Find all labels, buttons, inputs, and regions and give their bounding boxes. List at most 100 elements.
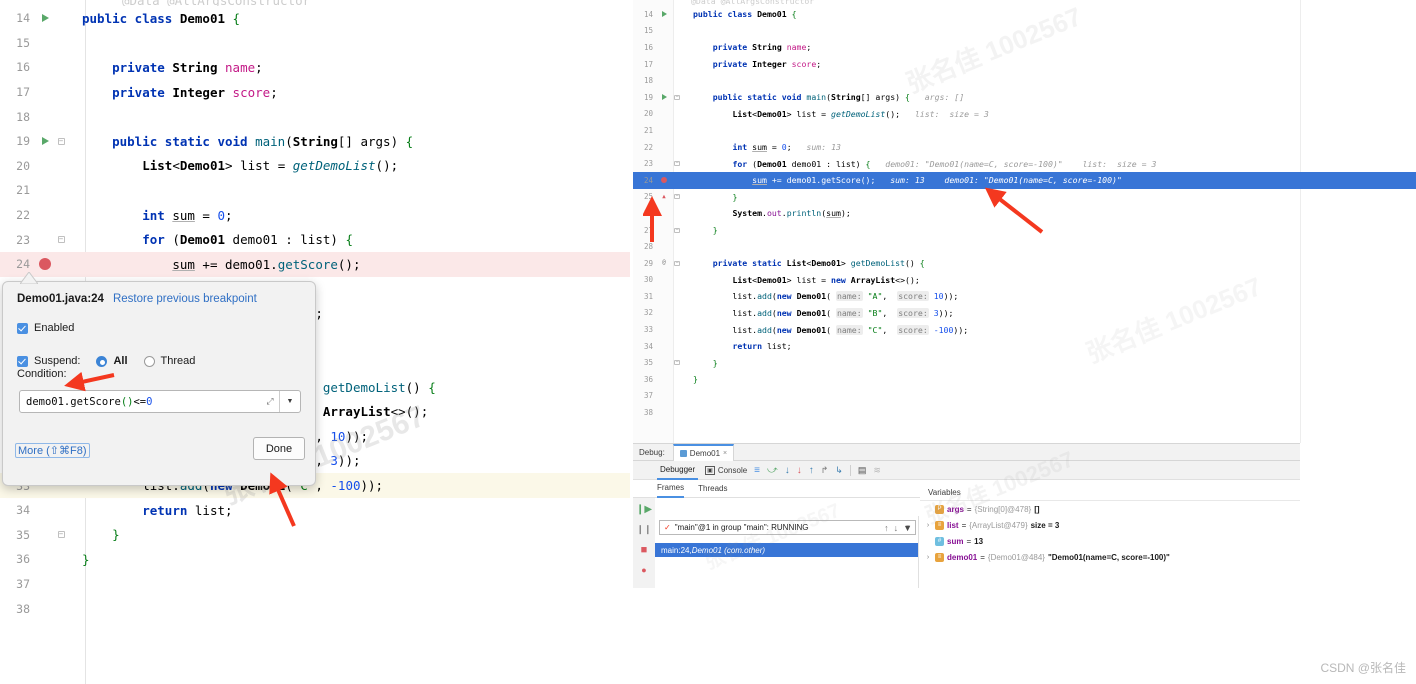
fold-toggle-icon[interactable]: − bbox=[671, 260, 683, 266]
code-line[interactable]: 32 list.add(new Demo01( name: "B", score… bbox=[633, 305, 1416, 322]
code-line[interactable]: 16 private String name; bbox=[0, 55, 630, 80]
code-line[interactable]: 37 bbox=[633, 388, 1416, 405]
code-line[interactable]: 14 public class Demo01 { bbox=[633, 6, 1416, 23]
code-line[interactable]: 17 private Integer score; bbox=[0, 80, 630, 105]
code-line[interactable]: 28 bbox=[633, 238, 1416, 255]
code-line[interactable]: 38 bbox=[0, 596, 630, 621]
run-gutter-icon[interactable] bbox=[36, 137, 54, 146]
thread-selector[interactable]: ✓ "main"@1 in group "main": RUNNING ▼ bbox=[659, 520, 916, 535]
code-line[interactable]: 26 System.out.println(sum); bbox=[633, 205, 1416, 222]
condition-history-chevron-down-icon[interactable]: ▼ bbox=[280, 398, 300, 405]
code-line[interactable]: 30 List<Demo01> list = new ArrayList<>()… bbox=[633, 272, 1416, 289]
fold-toggle-icon[interactable]: − bbox=[671, 227, 683, 233]
code-line[interactable]: 34 return list; bbox=[633, 338, 1416, 355]
expand-chevron-icon[interactable]: › bbox=[924, 522, 932, 529]
tab-threads[interactable]: Threads bbox=[698, 484, 727, 493]
code-line[interactable]: 15 bbox=[0, 31, 630, 56]
drop-frame-icon[interactable]: ↱ bbox=[821, 465, 829, 476]
fold-toggle-icon[interactable]: − bbox=[54, 236, 68, 244]
expand-editor-icon[interactable]: ⤢ bbox=[261, 396, 279, 407]
stop-icon[interactable]: ■ bbox=[641, 544, 648, 556]
tab-frames[interactable]: Frames bbox=[657, 480, 685, 498]
code-line[interactable]: 36} bbox=[0, 547, 630, 572]
view-breakpoints-icon[interactable]: ● bbox=[641, 565, 646, 575]
code-line[interactable]: 16 private String name; bbox=[633, 39, 1416, 56]
condition-input[interactable]: demo01.getScore()<=0 ⤢ ▼ bbox=[19, 390, 301, 413]
tab-debugger[interactable]: Debugger bbox=[657, 461, 699, 480]
drop-marker-icon[interactable]: ▲ bbox=[657, 194, 671, 200]
code-line[interactable]: 20 List<Demo01> list = getDemoList(); li… bbox=[633, 106, 1416, 123]
fold-toggle-icon[interactable]: − bbox=[54, 531, 68, 539]
breakpoint-icon[interactable] bbox=[36, 258, 54, 271]
code-line[interactable]: 37 bbox=[0, 572, 630, 597]
variable-row[interactable]: Pargs = {String[0]@478} [] bbox=[920, 501, 1300, 517]
code-line[interactable]: 35 − } bbox=[633, 354, 1416, 371]
variable-row[interactable]: › ≡ demo01 = {Demo01@484} "Demo01(name=C, sc… bbox=[920, 549, 1300, 565]
variable-row[interactable]: › ≡ list = {ArrayList@479} size = 3 bbox=[920, 517, 1300, 533]
suspend-checkbox[interactable] bbox=[17, 355, 28, 367]
tab-console[interactable]: ▣ Console bbox=[705, 465, 747, 475]
code-line[interactable]: 19 − public static void main(String[] arg… bbox=[0, 129, 630, 154]
code-line[interactable]: 24? sum += demo01.getScore(); sum: 13 de… bbox=[633, 171, 1416, 189]
fold-toggle-icon[interactable]: − bbox=[671, 94, 683, 100]
code-line[interactable]: 27 − } bbox=[633, 222, 1416, 239]
resume-program-icon[interactable]: ❙▶ bbox=[636, 504, 652, 515]
enabled-checkbox[interactable] bbox=[17, 322, 28, 334]
code-line[interactable]: 24 sum += demo01.getScore(); bbox=[0, 251, 630, 277]
run-gutter-icon[interactable] bbox=[657, 11, 671, 18]
fold-toggle-icon[interactable]: − bbox=[54, 137, 68, 145]
force-step-into-icon[interactable]: ↓ bbox=[797, 465, 802, 476]
code-line[interactable]: 20 List<Demo01> list = getDemoList(); bbox=[0, 154, 630, 179]
code-line[interactable]: 23 − for (Demo01 demo01 : list) { demo01:… bbox=[633, 155, 1416, 172]
code-line[interactable]: 25 ▲ − } bbox=[633, 189, 1416, 206]
run-to-cursor-icon[interactable]: ↳ bbox=[835, 465, 843, 476]
filter-icon[interactable]: ▼ bbox=[903, 523, 912, 533]
code-line[interactable]: 31 list.add(new Demo01( name: "A", score… bbox=[633, 288, 1416, 305]
fold-toggle-icon[interactable]: − bbox=[671, 194, 683, 200]
code-line[interactable]: 33 list.add(new Demo01( name: "C", score… bbox=[633, 321, 1416, 338]
conditional-breakpoint-icon[interactable]: ? bbox=[657, 177, 671, 185]
code-line[interactable]: 35 − } bbox=[0, 522, 630, 547]
frame-up-icon[interactable]: ↑ bbox=[884, 523, 889, 533]
suspend-all-radio[interactable] bbox=[96, 355, 108, 367]
frame-row[interactable]: main:24, Demo01 (com.other) bbox=[655, 543, 918, 557]
more-link[interactable]: More (⇧⌘F8) bbox=[15, 443, 90, 458]
step-over-icon[interactable]: ⤻ bbox=[767, 465, 778, 476]
code-line[interactable]: 22 int sum = 0; bbox=[0, 203, 630, 228]
step-out-icon[interactable]: ↑ bbox=[809, 465, 814, 476]
code-line[interactable]: 15 bbox=[633, 23, 1416, 40]
expand-chevron-icon[interactable]: › bbox=[924, 554, 932, 561]
code-line[interactable]: 17 private Integer score; bbox=[633, 56, 1416, 73]
pause-program-icon[interactable]: ❙❙ bbox=[636, 524, 651, 535]
layout-icon[interactable]: ≡ bbox=[754, 465, 760, 476]
code-line[interactable]: 36} bbox=[633, 371, 1416, 388]
code-line[interactable]: 38 bbox=[633, 404, 1416, 421]
code-line[interactable]: 34 return list; bbox=[0, 498, 630, 523]
code-line[interactable]: 18 bbox=[0, 104, 630, 129]
frame-down-icon[interactable]: ↓ bbox=[894, 523, 899, 533]
fold-toggle-icon[interactable]: − bbox=[671, 161, 683, 167]
fold-toggle-icon[interactable]: − bbox=[671, 360, 683, 366]
run-gutter-icon[interactable] bbox=[36, 14, 54, 23]
suspend-thread-radio[interactable] bbox=[143, 355, 155, 367]
done-button[interactable]: Done bbox=[253, 437, 305, 460]
variable-row[interactable]: # sum = 13 bbox=[920, 533, 1300, 549]
mute-breakpoints-icon[interactable]: ≋ bbox=[873, 465, 881, 476]
code-line[interactable]: 18 bbox=[633, 72, 1416, 89]
override-method-icon[interactable]: @ bbox=[657, 260, 671, 266]
code-line[interactable]: 23 − for (Demo01 demo01 : list) { bbox=[0, 227, 630, 252]
evaluate-expression-icon[interactable]: ▤ bbox=[858, 465, 867, 476]
step-into-icon[interactable]: ↓ bbox=[785, 465, 790, 476]
right-code-editor[interactable]: @Data @AllArgsConstructor 14 public class… bbox=[633, 0, 1416, 443]
code-line[interactable]: 29 @− private static List<Demo01> getDemo… bbox=[633, 255, 1416, 272]
code-line[interactable]: 21 bbox=[0, 178, 630, 203]
code-line[interactable]: 21 bbox=[633, 122, 1416, 139]
run-gutter-icon[interactable] bbox=[657, 94, 671, 101]
debug-session-tab[interactable]: Demo01 × bbox=[672, 443, 735, 461]
code-line[interactable]: 22 int sum = 0; sum: 13 bbox=[633, 139, 1416, 156]
code-line[interactable]: 19 − public static void main(String[] arg… bbox=[633, 89, 1416, 106]
close-icon[interactable]: × bbox=[723, 450, 727, 457]
restore-previous-breakpoint-link[interactable]: Restore previous breakpoint bbox=[113, 293, 257, 305]
code-line[interactable]: 14 public class Demo01 { bbox=[0, 6, 630, 31]
enabled-checkbox-row[interactable]: Enabled bbox=[17, 322, 74, 334]
